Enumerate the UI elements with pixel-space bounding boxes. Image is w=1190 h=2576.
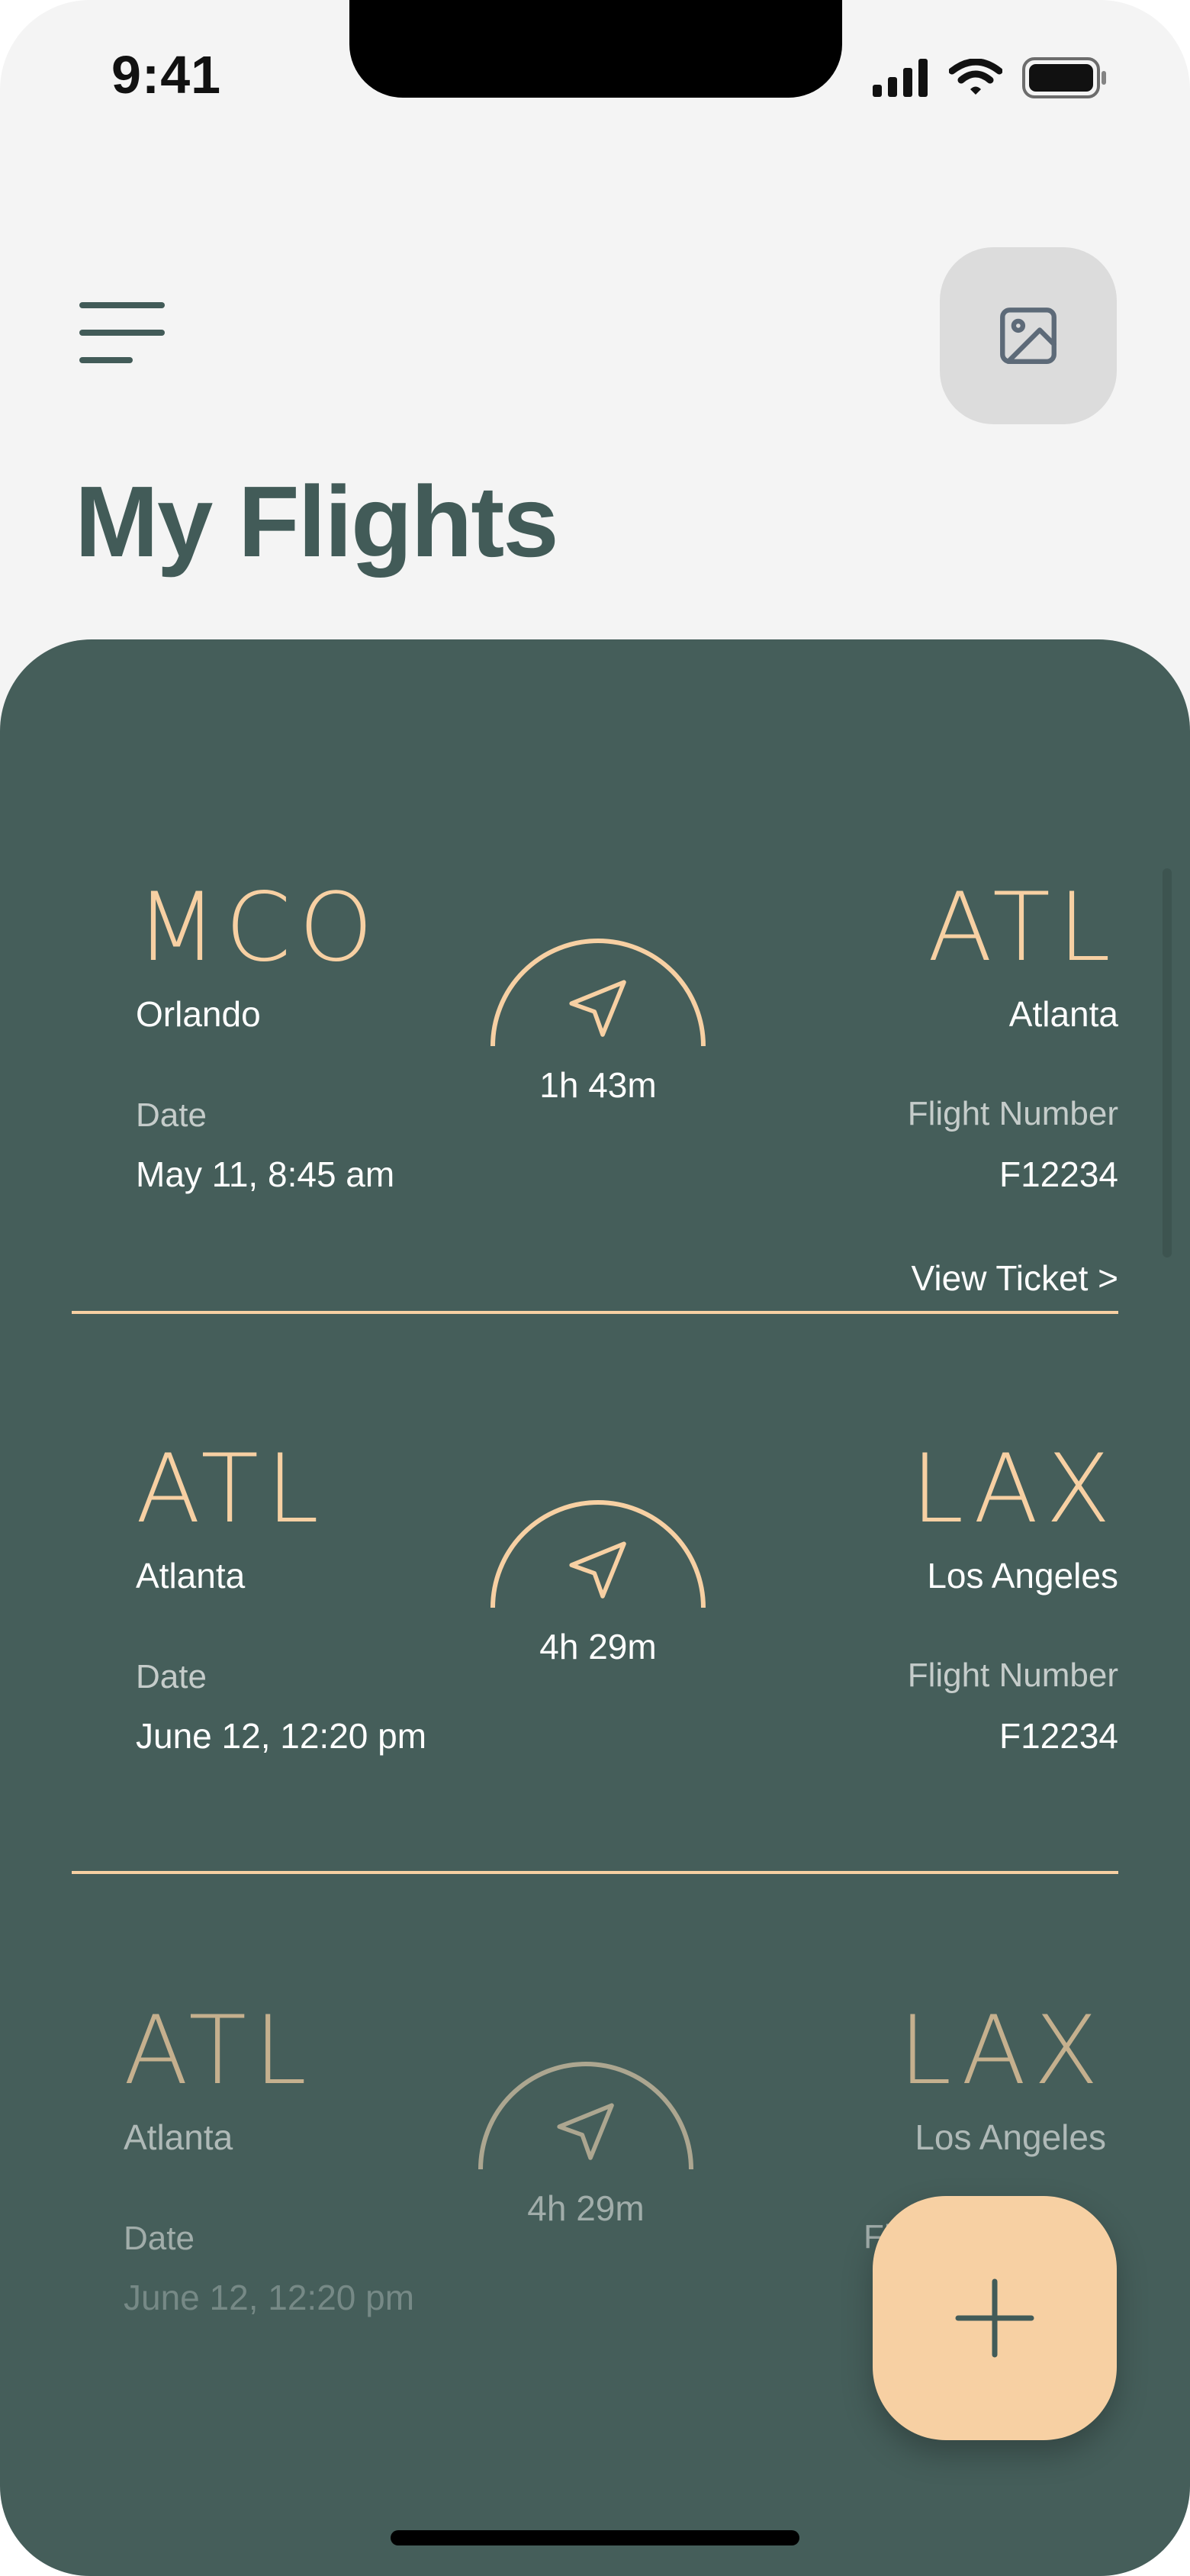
flight-duration: 4h 29m bbox=[539, 1627, 657, 1666]
battery-icon bbox=[1022, 57, 1106, 98]
home-indicator bbox=[391, 2530, 799, 2545]
navigation-arrow-icon bbox=[557, 2103, 614, 2160]
add-flight-button[interactable] bbox=[873, 2196, 1117, 2440]
navigation-arrow-icon bbox=[569, 980, 626, 1037]
menu-button[interactable] bbox=[79, 299, 165, 369]
destination-code: LAX bbox=[911, 1435, 1118, 1544]
flight-date: June 12, 12:20 pm bbox=[124, 2278, 415, 2317]
date-label: Date bbox=[136, 1096, 207, 1134]
wifi-icon bbox=[949, 59, 1002, 95]
plus-icon bbox=[955, 2278, 1034, 2358]
flight-arc bbox=[478, 2062, 693, 2170]
date-label: Date bbox=[124, 2220, 195, 2257]
status-time: 9:41 bbox=[111, 45, 222, 105]
flight-card[interactable]: MCO Orlando ATL Atlanta 1h 43m Date May … bbox=[72, 874, 1118, 1302]
flight-arc bbox=[490, 1500, 706, 1608]
destination-city: Los Angeles bbox=[915, 2117, 1106, 2157]
notch bbox=[349, 0, 842, 98]
card-divider bbox=[72, 1311, 1118, 1314]
scrollbar[interactable] bbox=[1163, 868, 1172, 1257]
origin-city: Atlanta bbox=[124, 2117, 233, 2157]
flight-arc bbox=[490, 939, 706, 1047]
navigation-arrow-icon bbox=[569, 1541, 626, 1599]
flight-duration-indicator: 4h 29m bbox=[484, 1489, 712, 1667]
destination-city: Los Angeles bbox=[927, 1556, 1118, 1596]
date-label: Date bbox=[136, 1658, 207, 1695]
flight-duration: 1h 43m bbox=[539, 1065, 657, 1105]
origin-code: ATL bbox=[136, 1435, 327, 1544]
destination-city: Atlanta bbox=[1008, 994, 1118, 1034]
hamburger-menu-icon bbox=[79, 302, 165, 308]
origin-city: Atlanta bbox=[136, 1556, 246, 1596]
flight-duration-indicator: 1h 43m bbox=[484, 928, 712, 1106]
flight-date: June 12, 12:20 pm bbox=[136, 1716, 427, 1756]
flight-number: F12234 bbox=[999, 1716, 1118, 1756]
page-title: My Flights bbox=[75, 465, 559, 578]
phone-screen: 9:41 My Flights MCO Orlando ATL Atlanta … bbox=[0, 0, 1190, 2576]
flight-number: F12234 bbox=[999, 1154, 1118, 1194]
status-icons bbox=[873, 55, 1108, 101]
card-divider bbox=[72, 1871, 1118, 1874]
view-ticket-link[interactable]: View Ticket > bbox=[912, 1261, 1118, 1296]
flight-duration: 4h 29m bbox=[527, 2188, 645, 2228]
origin-code: ATL bbox=[124, 1996, 315, 2106]
photo-button[interactable] bbox=[940, 247, 1117, 424]
origin-city: Orlando bbox=[136, 994, 261, 1034]
image-icon bbox=[1000, 308, 1057, 364]
destination-code: LAX bbox=[899, 1996, 1106, 2106]
flight-number-label: Flight Number bbox=[907, 1657, 1118, 1694]
flight-number-label: Flight Number bbox=[907, 1095, 1118, 1132]
origin-code: MCO bbox=[136, 873, 381, 983]
flight-date: May 11, 8:45 am bbox=[136, 1154, 395, 1194]
signal-icon bbox=[873, 59, 928, 97]
destination-code: ATL bbox=[927, 873, 1118, 983]
flight-card[interactable]: ATL Atlanta LAX Los Angeles 4h 29m Date … bbox=[72, 1436, 1118, 1757]
flight-duration-indicator: 4h 29m bbox=[471, 2051, 700, 2229]
